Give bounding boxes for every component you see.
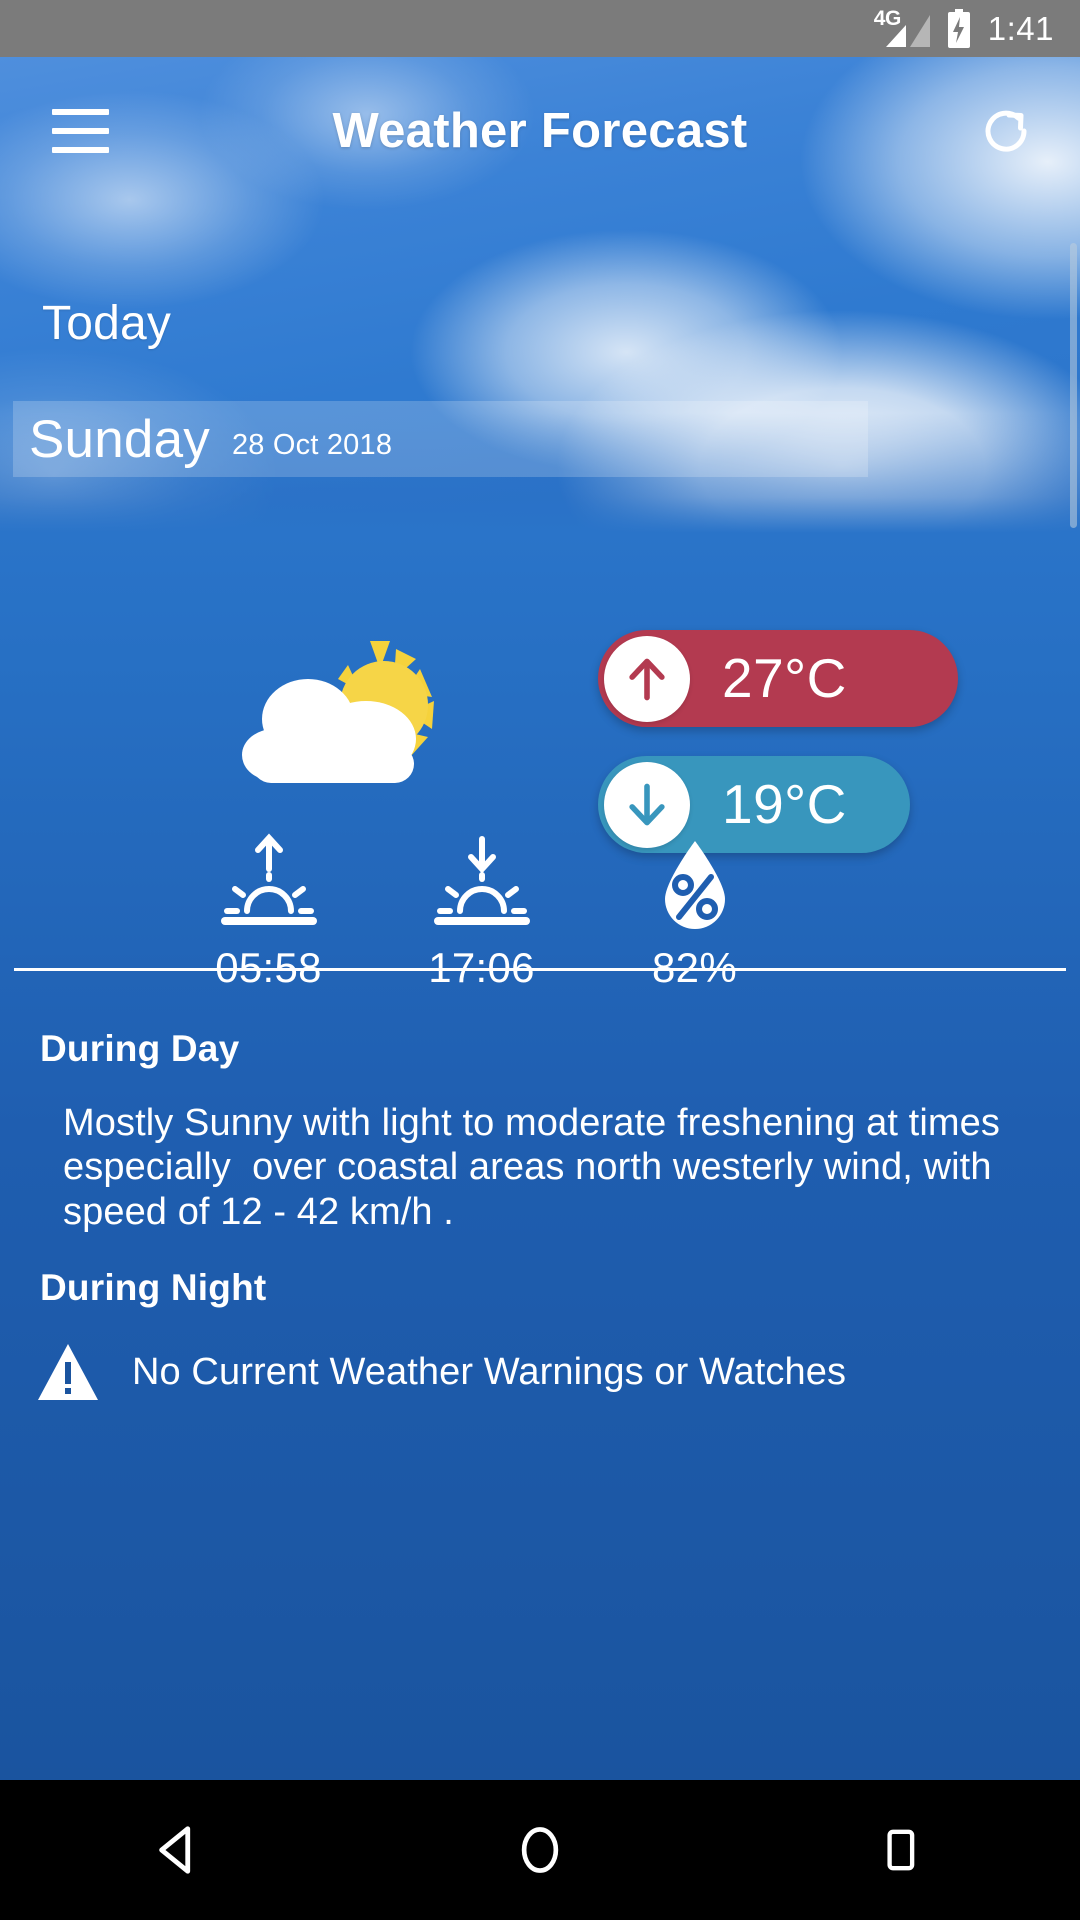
day-date: 28 Oct 2018 bbox=[231, 428, 393, 461]
sunrise-icon bbox=[220, 833, 317, 925]
day-name: Sunday bbox=[29, 409, 210, 469]
signal-bars-icon: 4G bbox=[874, 7, 930, 49]
section-divider bbox=[14, 968, 1066, 971]
current-conditions: 27°C 19°C bbox=[0, 533, 1080, 853]
today-label: Today bbox=[42, 297, 172, 350]
during-day-heading: During Day bbox=[40, 1028, 240, 1069]
battery-charging-icon bbox=[947, 8, 970, 48]
weather-warning-text: No Current Weather Warnings or Watches bbox=[132, 1351, 847, 1393]
status-bar-clock: 1:41 bbox=[987, 10, 1054, 47]
home-glyph bbox=[521, 1827, 559, 1873]
refresh-glyph bbox=[985, 110, 1027, 152]
recents-glyph bbox=[887, 1829, 915, 1871]
humidity-drop-icon bbox=[664, 841, 725, 929]
page-title: Weather Forecast bbox=[332, 104, 748, 158]
during-night-heading: During Night bbox=[40, 1267, 267, 1308]
sunrise-item: 05:58 bbox=[162, 833, 375, 989]
low-temperature-value: 19°C bbox=[722, 773, 847, 835]
android-nav-bar bbox=[0, 1780, 1080, 1920]
day-row[interactable]: Sunday 28 Oct 2018 bbox=[13, 401, 868, 477]
back-triangle-icon[interactable] bbox=[0, 1780, 360, 1920]
arrow-down-icon bbox=[629, 783, 665, 825]
scrollbar-thumb[interactable] bbox=[1070, 243, 1077, 528]
partly-cloudy-icon bbox=[242, 641, 434, 783]
signal-strength-icon bbox=[885, 14, 930, 47]
weather-warning-row: No Current Weather Warnings or Watches bbox=[36, 1335, 1046, 1409]
app-bar: Weather Forecast bbox=[0, 57, 1080, 205]
arrow-up-badge bbox=[604, 635, 690, 722]
status-bar: 4G 1:41 bbox=[0, 0, 1080, 57]
sunset-item: 17:06 bbox=[375, 833, 588, 989]
temperature-pills: 27°C 19°C bbox=[598, 630, 998, 853]
home-circle-icon[interactable] bbox=[360, 1780, 720, 1920]
refresh-icon[interactable] bbox=[978, 103, 1034, 159]
status-bar-icons: 4G 1:41 bbox=[874, 7, 1054, 49]
recents-square-icon[interactable] bbox=[720, 1780, 1080, 1920]
back-glyph bbox=[159, 1826, 191, 1874]
arrow-up-icon bbox=[629, 658, 665, 700]
high-temperature-pill: 27°C bbox=[598, 630, 958, 727]
sunset-icon bbox=[433, 836, 530, 925]
high-temperature-value: 27°C bbox=[722, 647, 847, 709]
app-screen: 4G 1:41 Weather Forecast Today Sunday 28… bbox=[0, 0, 1080, 1920]
warning-triangle-icon bbox=[38, 1344, 98, 1400]
forecast-body: 27°C 19°C 05:58 17:06 82% During Day Mos… bbox=[0, 533, 1080, 1780]
during-day-text: Mostly Sunny with light to moderate fres… bbox=[63, 1102, 1011, 1233]
humidity-item: 82% bbox=[588, 833, 801, 989]
astro-row: 05:58 17:06 82% bbox=[0, 833, 1080, 989]
